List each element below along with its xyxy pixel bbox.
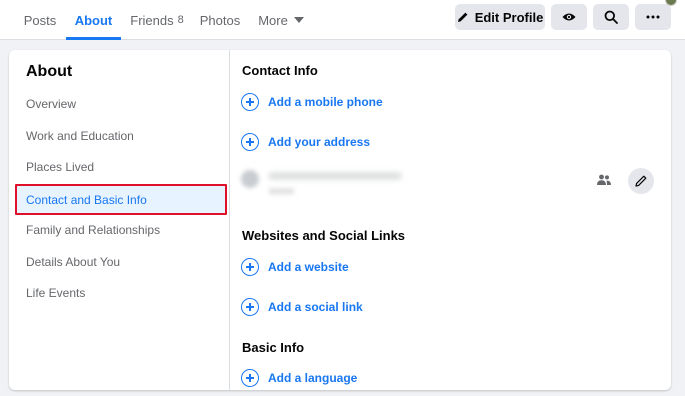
eye-icon (562, 13, 576, 21)
sidebar-item-details-about-you[interactable]: Details About You (15, 248, 227, 276)
tab-posts-label: Posts (23, 12, 57, 28)
about-content: Contact Info Add a mobile phone Add your… (231, 50, 671, 390)
email-value: xxxxxxxxxxxxxxxxxxxxxxxx (269, 170, 401, 182)
sidebar-item-places-lived[interactable]: Places Lived (15, 153, 227, 181)
tab-about[interactable]: About (66, 0, 121, 40)
about-card: About Overview Work and Education Places… (9, 50, 671, 390)
about-sidebar: About Overview Work and Education Places… (9, 50, 230, 390)
sidebar-item-label: Overview (26, 97, 77, 111)
add-language-link[interactable]: Add a language (241, 367, 357, 389)
sidebar-item-label: Life Events (26, 286, 86, 300)
sidebar-item-label: Contact and Basic Info (26, 192, 147, 207)
add-social-link-label: Add a social link (268, 300, 363, 314)
sidebar-item-family-relationships[interactable]: Family and Relationships (15, 216, 227, 244)
email-entry: xxxxxxxxxxxxxxxxxxxxxxxx xxxxx (241, 168, 661, 202)
add-social-link-link[interactable]: Add a social link (241, 296, 363, 318)
search-icon (604, 10, 618, 24)
add-mobile-phone-link[interactable]: Add a mobile phone (241, 91, 383, 113)
tab-about-label: About (74, 12, 113, 28)
friends-count: 8 (177, 14, 184, 26)
plus-circle-icon (241, 133, 259, 151)
contact-info-heading: Contact Info (242, 63, 318, 78)
pencil-icon (457, 12, 468, 22)
tab-more-label: More (258, 12, 288, 28)
sidebar-title: About (26, 63, 73, 80)
sidebar-item-label: Work and Education (26, 129, 134, 143)
sidebar-item-contact-basic-info[interactable]: Contact and Basic Info (15, 184, 227, 215)
search-button[interactable] (593, 4, 629, 30)
tab-more[interactable]: More (256, 0, 306, 40)
tab-friends-label: Friends (130, 12, 174, 28)
ellipsis-icon (646, 15, 660, 19)
tab-posts[interactable]: Posts (18, 0, 62, 40)
sidebar-item-label: Family and Relationships (26, 223, 161, 237)
caret-down-icon (293, 17, 304, 23)
websites-social-heading: Websites and Social Links (242, 228, 406, 243)
tab-photos[interactable]: Photos (197, 0, 243, 40)
edit-profile-label: Edit Profile (474, 9, 544, 25)
sidebar-item-life-events[interactable]: Life Events (15, 279, 227, 307)
add-mobile-phone-label: Add a mobile phone (268, 95, 383, 109)
sidebar-item-label: Details About You (26, 255, 121, 269)
add-website-label: Add a website (268, 260, 349, 274)
plus-circle-icon (241, 298, 259, 316)
plus-circle-icon (241, 258, 259, 276)
sidebar-item-work-education[interactable]: Work and Education (15, 122, 227, 150)
edit-profile-button[interactable]: Edit Profile (455, 4, 545, 30)
edit-email-button[interactable] (628, 168, 654, 194)
tab-photos-label: Photos (199, 12, 241, 28)
email-icon (241, 170, 259, 188)
friends-audience-icon[interactable] (597, 174, 611, 186)
add-website-link[interactable]: Add a website (241, 256, 349, 278)
profile-nav-bar: Posts About Friends 8 Photos More Edit P… (0, 0, 685, 40)
tab-friends[interactable]: Friends 8 (128, 0, 186, 40)
add-address-link[interactable]: Add your address (241, 131, 370, 153)
add-address-label: Add your address (268, 135, 371, 149)
pencil-icon (635, 175, 647, 187)
email-sublabel: xxxxx (269, 186, 294, 197)
sidebar-item-overview[interactable]: Overview (15, 90, 227, 118)
sidebar-item-label: Places Lived (26, 160, 95, 174)
view-as-button[interactable] (551, 4, 587, 30)
plus-circle-icon (241, 93, 259, 111)
add-language-label: Add a language (268, 371, 358, 385)
plus-circle-icon (241, 369, 259, 387)
basic-info-heading: Basic Info (242, 340, 305, 355)
more-options-button[interactable] (635, 4, 671, 30)
